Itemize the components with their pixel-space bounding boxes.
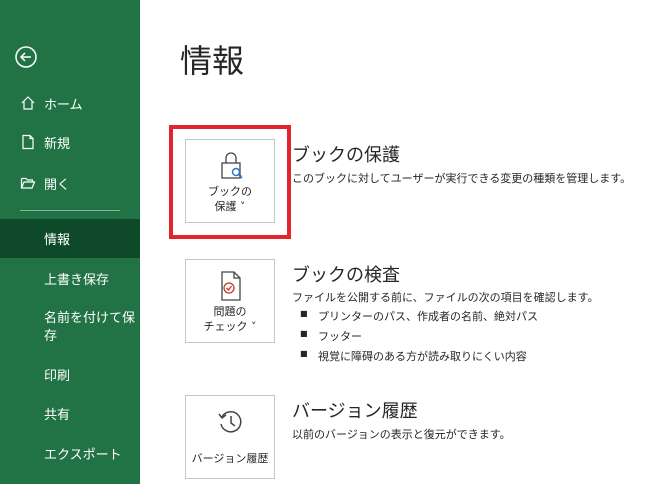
sidebar-item-label: 印刷 bbox=[44, 368, 71, 384]
inspect-workbook-heading: ブックの検査 bbox=[292, 265, 400, 286]
version-history-description: 以前のバージョンの表示と復元ができます。 bbox=[292, 428, 511, 441]
page-title: 情報 bbox=[180, 42, 245, 80]
inspect-bullet-item: プリンターのパス、作成者の名前、絶対パス bbox=[300, 308, 538, 324]
inspect-bullet-item: 視覚に障碍のある方が読み取りにくい内容 bbox=[300, 348, 527, 364]
history-clock-icon bbox=[218, 411, 242, 433]
sidebar-item-print[interactable]: 印刷 bbox=[0, 355, 140, 393]
sidebar-item-label: 上書き保存 bbox=[44, 272, 110, 288]
version-history-heading: バージョン履歴 bbox=[292, 401, 418, 422]
sidebar-item-label: ホーム bbox=[44, 97, 83, 113]
inspect-workbook-description: ファイルを公開する前に、ファイルの次の項目を確認します。 bbox=[292, 291, 599, 304]
sidebar-item-new[interactable]: 新規 bbox=[0, 123, 140, 161]
sidebar-item-label: エクスポート bbox=[44, 447, 122, 463]
sidebar-item-export[interactable]: エクスポート bbox=[0, 434, 140, 472]
tile-label-line1: 問題の bbox=[213, 305, 247, 318]
sidebar-item-label: 名前を付けて保存 bbox=[44, 311, 136, 344]
red-highlight-box bbox=[169, 125, 291, 239]
sidebar-item-share[interactable]: 共有 bbox=[0, 394, 140, 432]
sidebar-item-label: 新規 bbox=[44, 136, 71, 152]
sidebar-separator bbox=[20, 210, 120, 211]
tile-label-line2: チェック ˅ bbox=[203, 320, 257, 333]
folder-open-icon bbox=[20, 175, 36, 191]
sidebar-item-home[interactable]: ホーム bbox=[0, 84, 140, 122]
sidebar-item-label: 情報 bbox=[44, 233, 71, 248]
check-for-issues-button[interactable]: 問題の チェック ˅ bbox=[185, 259, 275, 343]
inspect-bullet-item: フッター bbox=[300, 328, 362, 344]
protect-workbook-description: このブックに対してユーザーが実行できる変更の種類を管理します。 bbox=[292, 172, 632, 185]
version-history-button[interactable]: バージョン履歴 bbox=[185, 395, 275, 479]
sidebar-item-info[interactable]: 情報 bbox=[0, 219, 140, 258]
sidebar-item-save-as[interactable]: 名前を付けて保存 bbox=[0, 308, 140, 348]
sidebar-item-save[interactable]: 上書き保存 bbox=[0, 259, 140, 297]
backstage-sidebar: ホーム 新規 開く 情報 上書き保存 名前を付けて保存 印刷 共有 エクスポート bbox=[0, 0, 140, 484]
sidebar-item-open[interactable]: 開く bbox=[0, 164, 140, 202]
new-file-icon bbox=[20, 134, 36, 150]
document-check-icon bbox=[221, 271, 241, 301]
back-arrow-icon[interactable] bbox=[15, 46, 37, 68]
tile-label: バージョン履歴 bbox=[191, 452, 269, 465]
home-icon bbox=[20, 95, 36, 111]
sidebar-item-label: 開く bbox=[44, 177, 71, 193]
sidebar-item-label: 共有 bbox=[44, 407, 71, 423]
protect-workbook-heading: ブックの保護 bbox=[292, 145, 400, 166]
